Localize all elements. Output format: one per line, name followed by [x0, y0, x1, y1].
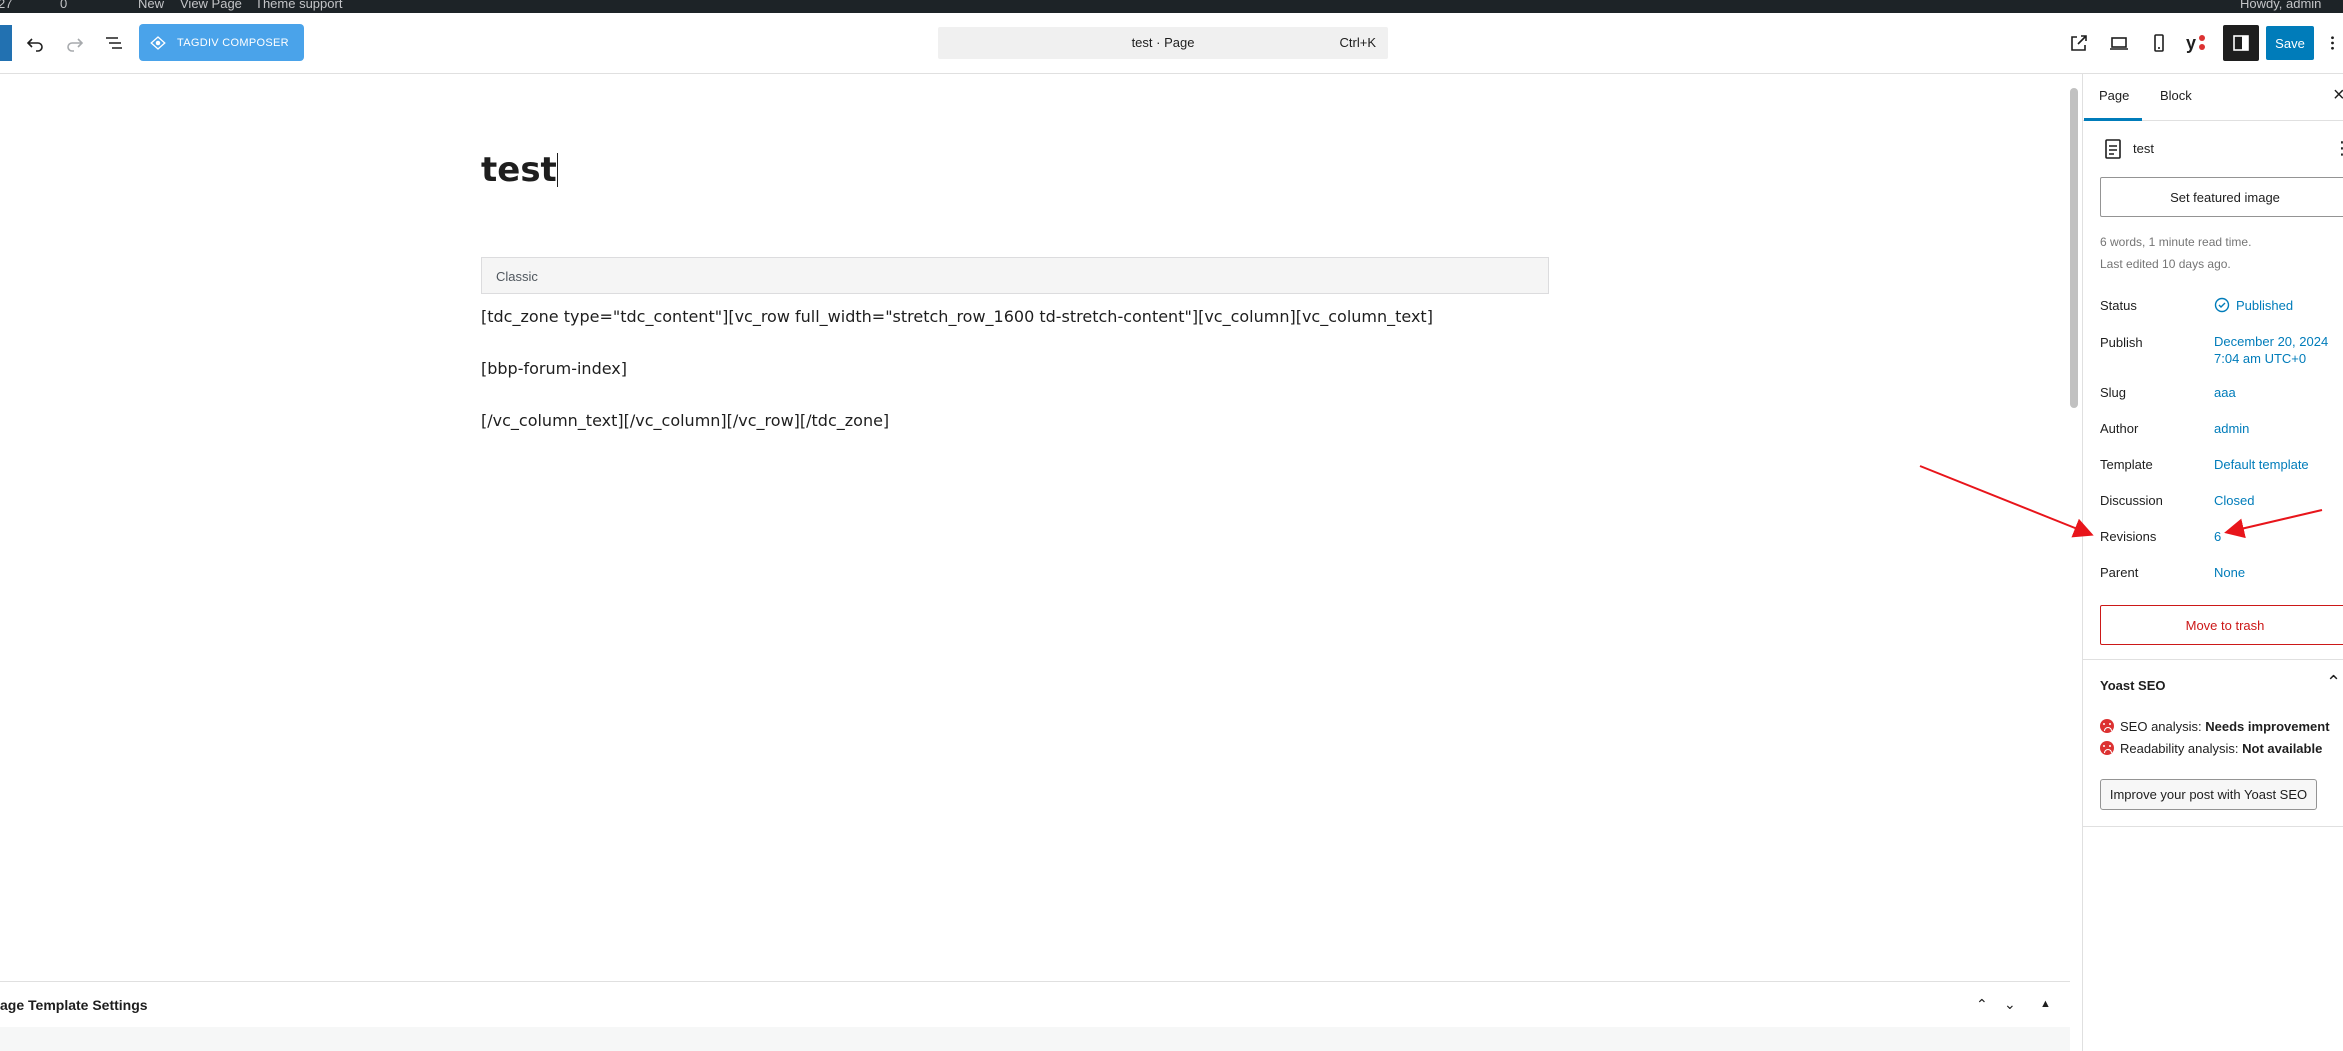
- more-vertical-icon: [2331, 36, 2334, 50]
- post-title[interactable]: test: [481, 150, 558, 190]
- external-link-icon: [2071, 35, 2087, 51]
- wordpress-logo-button[interactable]: [0, 25, 12, 61]
- author-label: Author: [2100, 421, 2139, 436]
- tagdiv-composer-button[interactable]: TAGDIV COMPOSER: [139, 24, 304, 61]
- tagdiv-eye-icon: [139, 34, 177, 52]
- page-actions-icon[interactable]: ⋮: [2333, 138, 2343, 159]
- command-title: test · Page: [1131, 35, 1195, 50]
- template-value[interactable]: Default template: [2214, 456, 2309, 473]
- post-title-text[interactable]: test: [481, 150, 557, 190]
- undo-button[interactable]: [17, 25, 53, 61]
- last-edited-info: Last edited 10 days ago.: [2100, 257, 2231, 271]
- shortcode-line-2[interactable]: [bbp-forum-index]: [481, 359, 627, 378]
- move-up-button[interactable]: ⌃: [1976, 996, 1988, 1013]
- template-label: Template: [2100, 457, 2153, 472]
- meta-box-content: [0, 1027, 2070, 1051]
- status-label: Status: [2100, 298, 2137, 313]
- editor-canvas: test Classic [tdc_zone type="tdc_content…: [0, 74, 2070, 981]
- classic-block-label: Classic: [496, 269, 538, 284]
- readability-analysis-value: Not available: [2242, 741, 2323, 756]
- revisions-value[interactable]: 6: [2214, 528, 2221, 545]
- meta-boxes-panel: age Template Settings ⌃ ⌄ ▲: [0, 981, 2070, 1051]
- status-value-text: Published: [2236, 298, 2294, 313]
- command-shortcut: Ctrl+K: [1339, 35, 1376, 50]
- editor-header: TAGDIV COMPOSER test · Page Ctrl+K y Sav…: [0, 13, 2343, 74]
- save-button[interactable]: Save: [2266, 26, 2314, 60]
- yoast-logo-icon: y: [2185, 32, 2196, 53]
- revisions-label: Revisions: [2100, 529, 2157, 544]
- tab-block[interactable]: Block: [2160, 88, 2192, 103]
- seo-analysis-label: SEO analysis:: [2120, 719, 2206, 734]
- admin-bar: 27 0 New View Page Theme support Howdy, …: [0, 0, 2343, 13]
- admin-bar-updates[interactable]: 27: [0, 0, 12, 11]
- active-tab-indicator: [2084, 118, 2142, 121]
- desktop-icon: [2110, 37, 2128, 50]
- shortcode-line-3[interactable]: [/vc_column_text][/vc_column][/vc_row][/…: [481, 411, 889, 430]
- close-sidebar-icon[interactable]: ×: [2333, 84, 2343, 107]
- sad-face-icon: [2100, 719, 2114, 733]
- chevron-up-icon[interactable]: ⌃: [2326, 672, 2341, 693]
- author-value[interactable]: admin: [2214, 420, 2249, 437]
- redo-icon: [67, 38, 84, 52]
- readability-analysis-row[interactable]: Readability analysis: Not available: [2100, 741, 2322, 756]
- discussion-label: Discussion: [2100, 493, 2163, 508]
- move-to-trash-button[interactable]: Move to trash: [2100, 605, 2343, 645]
- yoast-seo-panel-title[interactable]: Yoast SEO: [2100, 678, 2166, 693]
- publish-time: 7:04 am UTC+0: [2214, 351, 2307, 366]
- desktop-preview-button[interactable]: [2101, 25, 2137, 61]
- section-divider: [2083, 659, 2343, 660]
- options-menu-button[interactable]: [2322, 25, 2343, 61]
- page-document-icon: [2103, 138, 2123, 165]
- slug-label: Slug: [2100, 385, 2127, 400]
- publish-date: December 20, 2024: [2214, 334, 2329, 349]
- slug-value[interactable]: aaa: [2214, 384, 2236, 401]
- improve-with-yoast-button[interactable]: Improve your post with Yoast SEO: [2100, 779, 2317, 810]
- view-page-button[interactable]: [2061, 25, 2097, 61]
- admin-bar-theme-support[interactable]: Theme support: [255, 0, 342, 11]
- sad-face-icon: [2100, 741, 2114, 755]
- classic-block-toolbar[interactable]: Classic: [481, 257, 1549, 294]
- parent-label: Parent: [2100, 565, 2139, 580]
- status-value[interactable]: Published: [2214, 297, 2293, 314]
- tagdiv-composer-label: TAGDIV COMPOSER: [177, 36, 289, 49]
- page-template-settings-title[interactable]: age Template Settings: [0, 997, 148, 1013]
- publish-date-value[interactable]: December 20, 2024 7:04 am UTC+0: [2214, 333, 2328, 367]
- seo-analysis-row[interactable]: SEO analysis: Needs improvement: [2100, 719, 2330, 734]
- mobile-icon: [2154, 34, 2164, 52]
- published-check-icon: [2214, 297, 2230, 313]
- publish-label: Publish: [2100, 335, 2143, 350]
- move-down-button[interactable]: ⌄: [2004, 996, 2016, 1013]
- undo-icon: [26, 38, 43, 52]
- sidebar-icon: [2233, 35, 2249, 51]
- discussion-value[interactable]: Closed: [2214, 492, 2254, 509]
- readability-analysis-label: Readability analysis:: [2120, 741, 2243, 756]
- mobile-preview-button[interactable]: [2141, 25, 2177, 61]
- section-divider: [2083, 826, 2343, 827]
- settings-sidebar-toggle[interactable]: [2223, 25, 2259, 61]
- canvas-scrollbar[interactable]: [2070, 88, 2078, 408]
- command-palette-button[interactable]: test · Page Ctrl+K: [938, 27, 1388, 59]
- redo-button[interactable]: [57, 25, 93, 61]
- settings-sidebar: Page Block × test ⋮ Set featured image 6…: [2082, 74, 2343, 1051]
- yoast-status-dots-icon: [2199, 35, 2205, 50]
- sidebar-tabs: Page Block ×: [2083, 74, 2343, 121]
- document-overview-button[interactable]: [96, 25, 132, 61]
- admin-bar-greeting[interactable]: Howdy, admin: [2240, 0, 2321, 11]
- shortcode-line-1[interactable]: [tdc_zone type="tdc_content"][vc_row ful…: [481, 307, 1433, 326]
- admin-bar-comments[interactable]: 0: [60, 0, 67, 11]
- collapse-panel-button[interactable]: ▲: [2040, 998, 2051, 1010]
- page-title-summary: test: [2133, 141, 2154, 156]
- yoast-seo-button[interactable]: y: [2178, 25, 2214, 61]
- list-view-icon: [106, 37, 122, 49]
- text-caret: [556, 153, 558, 187]
- admin-bar-new[interactable]: New: [138, 0, 164, 11]
- seo-analysis-value: Needs improvement: [2205, 719, 2330, 734]
- word-count-info: 6 words, 1 minute read time.: [2100, 235, 2252, 249]
- admin-bar-view-page[interactable]: View Page: [180, 0, 242, 11]
- parent-value[interactable]: None: [2214, 564, 2245, 581]
- tab-page[interactable]: Page: [2099, 88, 2129, 103]
- set-featured-image-button[interactable]: Set featured image: [2100, 177, 2343, 217]
